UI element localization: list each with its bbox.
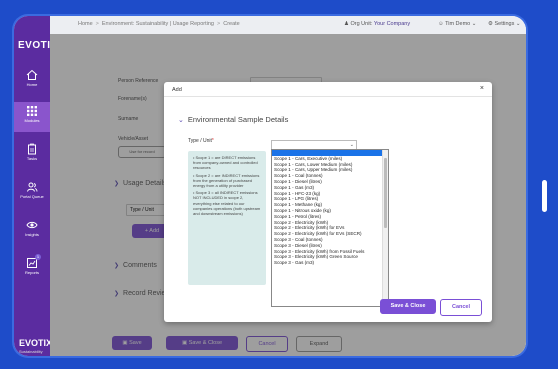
- sidebar-item-reports[interactable]: 1 Reports: [14, 254, 50, 284]
- type-unit-text: Type / Unit: [188, 138, 212, 144]
- org-unit-selector[interactable]: ♟ Org Unit: Your Company: [344, 21, 410, 27]
- sidebar-item-label: Tasks: [26, 156, 38, 161]
- info-scope-1: • Scope 1 = are DIRECT emissions from co…: [193, 155, 258, 171]
- breadcrumb-separator: >: [217, 21, 221, 27]
- sidebar-item-label: Portal Queue: [20, 194, 44, 199]
- modal-title: Add: [172, 87, 182, 93]
- sidebar-item-tasks[interactable]: Tasks: [14, 140, 50, 170]
- notification-badge: 1: [35, 254, 41, 260]
- gear-icon: ⚙: [488, 21, 493, 27]
- scrollbar-thumb[interactable]: [384, 158, 387, 228]
- eye-icon: [26, 221, 38, 229]
- type-unit-dropdown[interactable]: Scope 1 - Cars, Executive (miles) Scope 1…: [271, 149, 389, 307]
- footer-logo: EVOTIX: [19, 338, 53, 348]
- scope-info-box: • Scope 1 = are DIRECT emissions from co…: [188, 151, 266, 285]
- modal-divider: [164, 96, 492, 97]
- modal-save-close-button[interactable]: Save & Close: [380, 299, 436, 314]
- user-icon: ☺: [438, 21, 444, 27]
- chevron-down-icon: ⌄: [178, 117, 184, 124]
- info-scope-3: • Scope 3 = all INDIRECT emissions NOT I…: [193, 190, 261, 217]
- chevron-down-icon: ⌄: [471, 21, 477, 27]
- add-modal: Add × ⌄ Environmental Sample Details Type…: [164, 82, 492, 322]
- home-icon: [26, 69, 38, 80]
- type-unit-label: Type / Unit*: [188, 138, 214, 144]
- clipboard-icon: [28, 143, 36, 155]
- chevron-down-icon: ⌄: [515, 21, 521, 27]
- footer-logo-sub: Sustainability: [19, 349, 43, 354]
- breadcrumb-separator: >: [95, 21, 99, 27]
- required-marker: *: [211, 138, 214, 144]
- settings-menu[interactable]: ⚙ Settings ⌄: [488, 21, 520, 27]
- app-window: EVOTIX Home Modules Tasks Portal Queue I…: [14, 16, 526, 356]
- breadcrumb: Home > Environment: Sustainability | Usage…: [78, 21, 240, 27]
- sidebar-item-home[interactable]: Home: [14, 66, 50, 96]
- org-unit-value: Your Company: [373, 21, 411, 27]
- sidebar-item-label: Home: [26, 82, 38, 87]
- info-scope-2: • Scope 2 = are INDIRECT emissions from …: [193, 172, 260, 189]
- chevron-down-icon: ⌄: [349, 142, 354, 148]
- type-unit-option-list: Scope 1 - Cars, Executive (miles) Scope 1…: [272, 150, 388, 266]
- sidebar-item-portal-queue[interactable]: Portal Queue: [14, 178, 50, 208]
- user-name: Tim Demo: [445, 21, 471, 27]
- modal-cancel-button[interactable]: Cancel: [440, 299, 482, 316]
- close-icon[interactable]: ×: [480, 85, 484, 92]
- environmental-sample-header[interactable]: ⌄ Environmental Sample Details: [178, 115, 288, 124]
- top-bar: Home > Environment: Sustainability | Usage…: [50, 16, 526, 35]
- org-unit-icon: ♟: [344, 21, 349, 27]
- type-unit-option[interactable]: Scope 3 - Gas (m3): [272, 260, 388, 266]
- sidebar-item-label: Reports: [24, 270, 39, 275]
- breadcrumb-home[interactable]: Home: [78, 21, 93, 27]
- org-unit-label: Org Unit:: [350, 21, 373, 27]
- users-icon: [27, 182, 38, 192]
- sidebar-item-modules[interactable]: Modules: [14, 102, 50, 132]
- sidebar-item-label: Insights: [25, 232, 39, 237]
- page-indicator[interactable]: [542, 180, 547, 212]
- breadcrumb-module[interactable]: Environment: Sustainability | Usage Repo…: [102, 21, 214, 27]
- sidebar-item-label: Modules: [24, 118, 40, 123]
- dropdown-scrollbar[interactable]: [382, 150, 388, 306]
- user-menu[interactable]: ☺ Tim Demo ⌄: [438, 21, 476, 27]
- breadcrumb-current: Create: [223, 21, 240, 27]
- environmental-sample-title: Environmental Sample Details: [187, 115, 289, 124]
- sidebar-item-insights[interactable]: Insights: [14, 216, 50, 246]
- grid-icon: [27, 106, 37, 116]
- settings-label: Settings: [494, 21, 515, 27]
- sidebar: EVOTIX Home Modules Tasks Portal Queue I…: [14, 16, 57, 356]
